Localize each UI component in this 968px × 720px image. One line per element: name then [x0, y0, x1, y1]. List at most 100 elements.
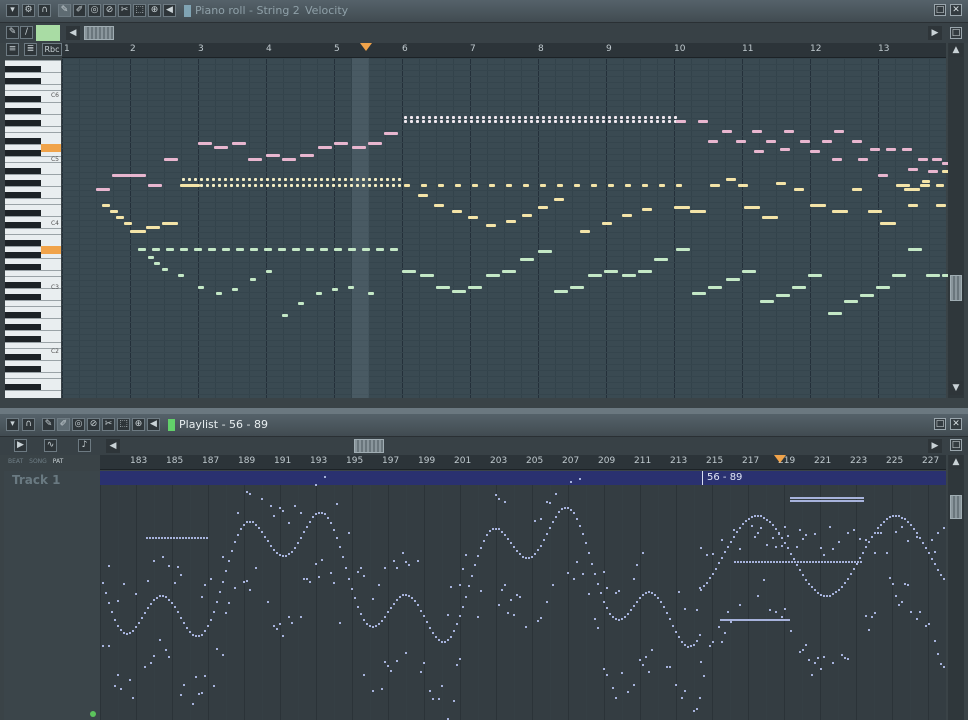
note[interactable] — [584, 120, 587, 123]
note[interactable] — [489, 184, 495, 187]
note[interactable] — [524, 116, 527, 119]
note[interactable] — [596, 120, 599, 123]
audio-icon[interactable]: ∿ — [44, 439, 57, 452]
note[interactable] — [200, 178, 203, 181]
slice-tool-icon[interactable]: ✂ — [102, 418, 115, 431]
note[interactable] — [350, 178, 353, 181]
note[interactable] — [374, 178, 377, 181]
note[interactable] — [306, 248, 314, 251]
note[interactable] — [446, 120, 449, 123]
note[interactable] — [212, 178, 215, 181]
play-pattern-icon[interactable]: ▶ — [14, 439, 27, 452]
note[interactable] — [792, 286, 806, 289]
scroll-right-icon[interactable]: ▶ — [928, 26, 942, 40]
note[interactable] — [744, 206, 760, 209]
note[interactable] — [918, 158, 928, 161]
note[interactable] — [572, 120, 575, 123]
note[interactable] — [440, 120, 443, 123]
note[interactable] — [254, 178, 257, 181]
note[interactable] — [180, 184, 200, 187]
note[interactable] — [538, 206, 548, 209]
note[interactable] — [844, 300, 858, 303]
note[interactable] — [390, 248, 398, 251]
note[interactable] — [266, 270, 272, 273]
note[interactable] — [422, 116, 425, 119]
note[interactable] — [166, 248, 174, 251]
note[interactable] — [608, 116, 611, 119]
playlist-vscroll[interactable]: ▲ — [948, 455, 964, 720]
note[interactable] — [928, 170, 938, 173]
note[interactable] — [421, 184, 427, 187]
note[interactable] — [926, 274, 940, 277]
note[interactable] — [868, 210, 882, 213]
note[interactable] — [832, 158, 842, 161]
note[interactable] — [726, 178, 736, 181]
note[interactable] — [296, 178, 299, 181]
piano-keyboard[interactable]: C6 C5 C4 C3 C2 — [5, 60, 61, 398]
note[interactable] — [422, 120, 425, 123]
note[interactable] — [780, 148, 790, 151]
zoom-tool-icon[interactable]: ⊕ — [148, 4, 161, 17]
note[interactable] — [591, 184, 597, 187]
note[interactable] — [458, 120, 461, 123]
note[interactable] — [152, 248, 160, 251]
note[interactable] — [350, 184, 353, 187]
note[interactable] — [676, 184, 682, 187]
note[interactable] — [500, 116, 503, 119]
delete-tool-icon[interactable]: ◎ — [88, 4, 101, 17]
note[interactable] — [614, 120, 617, 123]
note[interactable] — [625, 184, 631, 187]
note[interactable] — [138, 248, 146, 251]
note[interactable] — [486, 224, 496, 227]
note[interactable] — [344, 184, 347, 187]
note[interactable] — [284, 178, 287, 181]
note[interactable] — [604, 270, 618, 273]
note[interactable] — [458, 116, 461, 119]
note[interactable] — [486, 274, 500, 277]
note[interactable] — [808, 274, 822, 277]
note[interactable] — [523, 184, 529, 187]
note[interactable] — [278, 178, 281, 181]
note[interactable] — [570, 286, 584, 289]
note[interactable] — [710, 184, 720, 187]
note[interactable] — [402, 270, 416, 273]
brush-icon[interactable]: / — [20, 26, 33, 39]
note[interactable] — [464, 116, 467, 119]
note[interactable] — [146, 226, 160, 229]
close-icon[interactable]: ✕ — [950, 4, 962, 16]
note[interactable] — [362, 184, 365, 187]
note[interactable] — [708, 286, 722, 289]
note[interactable] — [452, 210, 462, 213]
note[interactable] — [398, 178, 401, 181]
note[interactable] — [536, 120, 539, 123]
playlist-ruler[interactable]: 183 185 187 189 191 193 195 197 199 201 203 205 207 2… — [100, 455, 946, 470]
note[interactable] — [644, 116, 647, 119]
note[interactable] — [326, 184, 329, 187]
note[interactable] — [922, 180, 930, 183]
note[interactable] — [314, 178, 317, 181]
note[interactable] — [278, 184, 281, 187]
note[interactable] — [222, 248, 230, 251]
note[interactable] — [376, 248, 384, 251]
playlist-title[interactable]: Playlist - 56 - 89 — [179, 418, 268, 431]
note[interactable] — [726, 278, 740, 281]
note[interactable] — [852, 188, 862, 191]
note[interactable] — [650, 120, 653, 123]
note[interactable] — [254, 184, 257, 187]
note[interactable] — [908, 168, 918, 171]
zoom-tool-icon[interactable]: ⊕ — [132, 418, 145, 431]
note[interactable] — [494, 120, 497, 123]
menu-icon[interactable]: ≡ — [6, 43, 19, 56]
draw-tool-icon[interactable]: ✎ — [42, 418, 55, 431]
play-tool-icon[interactable]: ◀ — [163, 4, 176, 17]
note[interactable] — [386, 178, 389, 181]
note[interactable] — [410, 116, 413, 119]
note[interactable] — [524, 120, 527, 123]
note[interactable] — [578, 120, 581, 123]
mute-tool-icon[interactable]: ⊘ — [103, 4, 116, 17]
note[interactable] — [148, 256, 154, 259]
note[interactable] — [566, 120, 569, 123]
note[interactable] — [278, 248, 286, 251]
note[interactable] — [574, 184, 580, 187]
note[interactable] — [338, 178, 341, 181]
